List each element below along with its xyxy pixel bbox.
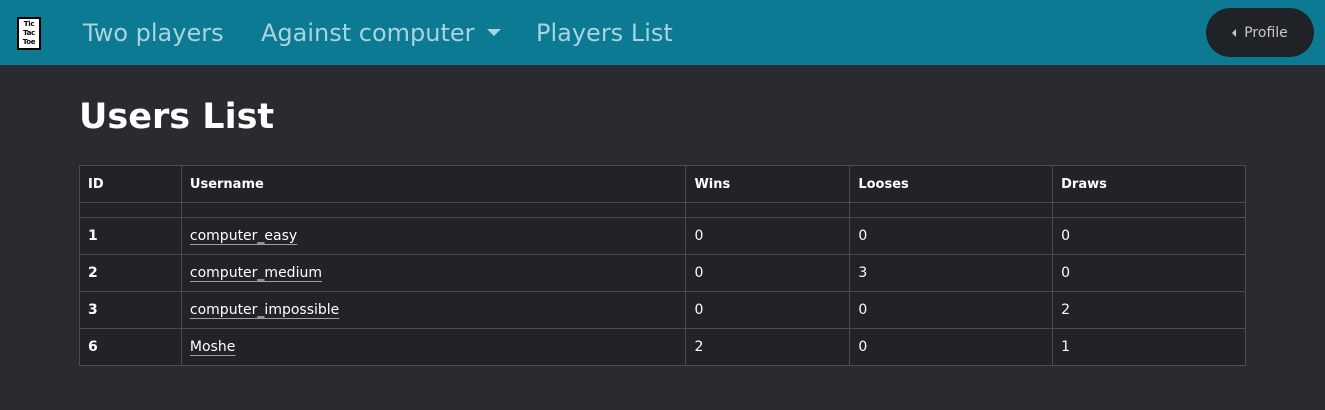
header-draws: Draws [1052,165,1246,203]
cell-username: Moshe [180,328,687,366]
username-link[interactable]: Moshe [190,339,235,355]
username-link[interactable]: computer_medium [190,265,322,281]
caret-left-icon [1232,28,1237,37]
cell-draws: 2 [1052,291,1246,329]
top-navbar: Tic Tac Toe Two players Against computer… [0,0,1325,65]
logo-line-1: Tic [23,20,35,28]
cell-id: 2 [79,254,182,292]
tictactoe-logo[interactable]: Tic Tac Toe [17,17,41,50]
profile-label: Profile [1244,24,1288,41]
logo-line-3: Toe [22,38,36,46]
table-spacer-row [79,202,1246,218]
cell-wins: 0 [685,217,851,255]
spacer-cell [180,202,687,218]
cell-wins: 2 [685,328,851,366]
logo-line-2: Tac [23,29,35,37]
header-username: Username [180,165,687,203]
header-id: ID [79,165,182,203]
header-looses: Looses [849,165,1054,203]
profile-button[interactable]: Profile [1206,8,1314,57]
cell-username: computer_easy [180,217,687,255]
table-header-row: ID Username Wins Looses Draws [79,165,1246,203]
cell-draws: 0 [1052,217,1246,255]
nav-against-computer[interactable]: Against computer [261,17,501,49]
spacer-cell [685,202,851,218]
spacer-cell [849,202,1054,218]
table-row: 6 Moshe 2 0 1 [79,328,1246,366]
table-row: 2 computer_medium 0 3 0 [79,254,1246,292]
cell-looses: 3 [849,254,1054,292]
cell-id: 1 [79,217,182,255]
caret-down-icon [486,28,501,36]
spacer-cell [1052,202,1246,218]
spacer-cell [79,202,182,218]
cell-looses: 0 [849,217,1054,255]
cell-id: 6 [79,328,182,366]
cell-looses: 0 [849,328,1054,366]
cell-id: 3 [79,291,182,329]
cell-draws: 0 [1052,254,1246,292]
header-wins: Wins [685,165,851,203]
cell-draws: 1 [1052,328,1246,366]
cell-username: computer_medium [180,254,687,292]
cell-looses: 0 [849,291,1054,329]
table-row: 1 computer_easy 0 0 0 [79,217,1246,255]
cell-username: computer_impossible [180,291,687,329]
nav-two-players[interactable]: Two players [83,17,224,49]
nav-players-list[interactable]: Players List [536,17,673,49]
username-link[interactable]: computer_easy [190,228,297,244]
nav-against-computer-label: Against computer [261,19,475,47]
page-title: Users List [79,97,275,137]
cell-wins: 0 [685,291,851,329]
username-link[interactable]: computer_impossible [190,302,339,318]
table-row: 3 computer_impossible 0 0 2 [79,291,1246,329]
cell-wins: 0 [685,254,851,292]
users-table: ID Username Wins Looses Draws 1 computer… [79,165,1246,366]
